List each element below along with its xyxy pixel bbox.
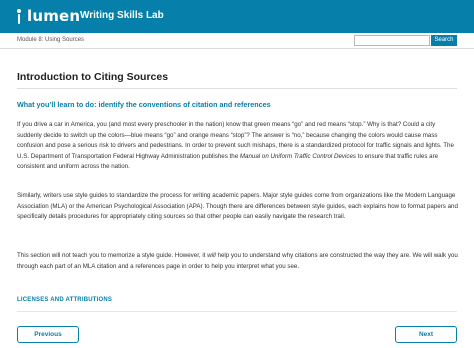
top-header-bar: lumen Writing Skills Lab bbox=[0, 0, 474, 33]
emphasized-text: will bbox=[207, 252, 216, 259]
breadcrumb[interactable]: Module 8: Using Sources bbox=[17, 37, 84, 43]
previous-button[interactable]: Previous bbox=[17, 326, 79, 343]
paragraph-style-guides: Similarly, writers use style guides to s… bbox=[17, 191, 459, 223]
next-button[interactable]: Next bbox=[395, 326, 457, 343]
paragraph-text: Similarly, writers use style guides to s… bbox=[17, 192, 458, 221]
search-button[interactable]: Search bbox=[431, 35, 457, 46]
emphasized-text: Manual on Uniform Traffic Control Device… bbox=[239, 152, 356, 160]
title-divider bbox=[17, 88, 457, 89]
paragraph-text: This section will not teach you to memor… bbox=[17, 252, 208, 259]
lumen-logo[interactable]: lumen bbox=[17, 6, 80, 26]
learning-objective-heading: What you’ll learn to do: identify the co… bbox=[17, 100, 271, 109]
logo-text: lumen bbox=[27, 7, 81, 25]
paragraph-traffic-signals: If you drive a car in America, you (and … bbox=[17, 120, 459, 173]
licenses-and-attributions-link[interactable]: LICENSES AND ATTRIBUTIONS bbox=[17, 297, 112, 303]
lumen-logo-icon bbox=[17, 8, 24, 24]
footer-divider bbox=[17, 311, 457, 312]
paragraph-section-purpose: This section will not teach you to memor… bbox=[17, 251, 459, 272]
search-input[interactable] bbox=[354, 35, 430, 46]
sub-navigation-bar: Module 8: Using Sources Search bbox=[0, 33, 474, 49]
site-title[interactable]: Writing Skills Lab bbox=[80, 10, 164, 21]
page-title: Introduction to Citing Sources bbox=[17, 71, 169, 83]
